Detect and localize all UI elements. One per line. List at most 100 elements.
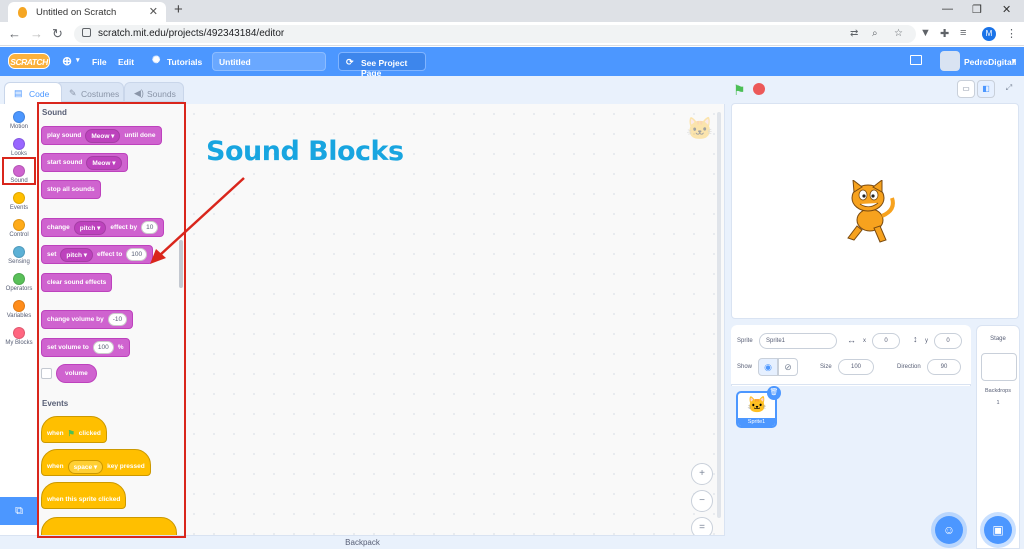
add-extension-icon: ⧉ — [15, 505, 23, 517]
tab-costumes[interactable]: ✎ Costumes — [54, 82, 124, 102]
username[interactable]: PedroDigitall — [964, 57, 1016, 67]
browser-profile-avatar[interactable]: M — [982, 27, 996, 41]
window-minimize-button[interactable]: — — [942, 3, 953, 15]
looks-dot-icon — [13, 138, 25, 150]
cat-add-icon: ☺ — [942, 523, 956, 537]
control-dot-icon — [13, 219, 25, 231]
brush-icon: ✎ — [69, 88, 77, 98]
workspace-sprite-thumbnail-icon: 🐱 — [686, 116, 714, 141]
code-blocks-icon: ▤ — [14, 88, 23, 98]
sound-category-highlight-box — [2, 157, 36, 185]
category-sensing[interactable]: Sensing — [0, 243, 38, 270]
user-avatar[interactable] — [940, 51, 960, 71]
project-title-input[interactable]: Untitled — [212, 52, 326, 71]
choose-backdrop-button[interactable]: ▣ — [984, 516, 1012, 544]
tab-close-icon[interactable]: ✕ — [149, 5, 158, 18]
tutorials-menu[interactable]: Tutorials — [167, 57, 202, 67]
workspace-scrollbar[interactable] — [717, 112, 721, 518]
category-events[interactable]: Events — [0, 189, 38, 216]
hide-eye-icon[interactable]: ⊘ — [778, 358, 798, 376]
y-position-input[interactable]: 0 — [934, 333, 962, 349]
backdrops-label: Backdrops — [985, 388, 1011, 394]
sprite-thumb-icon: 🐱 — [747, 397, 767, 414]
translate-icon[interactable]: ⇄ — [850, 28, 858, 39]
bookmark-star-icon[interactable]: ☆ — [894, 28, 903, 39]
tab-sounds[interactable]: ◀) Sounds — [124, 82, 184, 102]
category-variables[interactable]: Variables — [0, 297, 38, 324]
file-menu[interactable]: File — [92, 57, 107, 67]
y-arrows-icon: ↕ — [913, 334, 918, 344]
direction-input[interactable]: 90 — [927, 359, 961, 375]
account-chevron-icon[interactable]: ▾ — [1012, 57, 1016, 65]
forward-arrow-icon[interactable]: → — [30, 26, 43, 41]
direction-label: Direction — [897, 364, 921, 370]
scratch-logo[interactable]: SCRATCH — [8, 53, 50, 69]
language-chevron-icon[interactable]: ▾ — [76, 56, 80, 64]
new-tab-button[interactable]: + — [174, 1, 183, 18]
events-dot-icon — [13, 192, 25, 204]
stop-sign-icon[interactable] — [753, 83, 765, 95]
choose-sprite-button[interactable]: ☺ — [935, 516, 963, 544]
scratch-cat-sprite[interactable] — [840, 180, 900, 244]
tab-code[interactable]: ▤ Code — [4, 82, 62, 104]
x-arrows-icon: ↔ — [847, 335, 856, 345]
size-input[interactable]: 100 — [838, 359, 874, 375]
code-workspace[interactable] — [184, 104, 725, 535]
category-label: Control — [9, 232, 29, 238]
window-close-button[interactable]: ✕ — [1002, 3, 1011, 16]
url-omnibox[interactable]: scratch.mit.edu/projects/492343184/edito… — [74, 25, 916, 43]
edit-menu[interactable]: Edit — [118, 57, 134, 67]
x-position-input[interactable]: 0 — [872, 333, 900, 349]
category-motion[interactable]: Motion — [0, 108, 38, 135]
sensing-dot-icon — [13, 246, 25, 258]
backdrop-add-icon: ▣ — [992, 523, 1004, 537]
category-label: Operators — [5, 286, 33, 292]
operators-dot-icon — [13, 273, 25, 285]
url-text[interactable]: scratch.mit.edu/projects/492343184/edito… — [98, 28, 284, 39]
zoom-icon[interactable]: ⌕ — [872, 28, 878, 39]
scratch-favicon-icon — [18, 7, 27, 18]
sprite-name-input[interactable]: Sprite1 — [759, 333, 837, 349]
motion-dot-icon — [13, 111, 25, 123]
tutorials-bulb-icon: ✺ — [152, 55, 161, 66]
speaker-icon: ◀) — [134, 88, 144, 98]
normal-stage-button[interactable]: ◧ — [977, 80, 995, 98]
category-control[interactable]: Control — [0, 216, 38, 243]
x-label: x — [863, 338, 866, 344]
tab-sounds-label: Sounds — [147, 89, 176, 99]
browser-tab[interactable]: Untitled on Scratch ✕ — [8, 2, 166, 22]
sprite-info-panel: Sprite Sprite1 ↔ x 0 ↕ y 0 Show ◉ ⊘ Size… — [731, 325, 971, 385]
tab-code-label: Code — [29, 89, 50, 99]
extension-filter-icon[interactable]: ▼ — [920, 27, 931, 39]
stage-thumbnail[interactable] — [981, 353, 1017, 381]
browser-tab-title: Untitled on Scratch — [36, 7, 117, 18]
back-arrow-icon[interactable]: ← — [8, 26, 21, 41]
browser-menu-icon[interactable]: ⋮ — [1006, 27, 1017, 40]
window-maximize-button[interactable]: ❐ — [972, 3, 982, 16]
extensions-puzzle-icon[interactable]: ✚ — [940, 27, 949, 40]
my-stuff-folder-icon[interactable] — [910, 55, 922, 65]
reload-icon[interactable]: ↻ — [52, 26, 63, 42]
delete-trash-icon[interactable]: 🗑 — [767, 386, 781, 400]
small-stage-button[interactable]: ▭ — [957, 80, 975, 98]
globe-icon[interactable]: ⊕ — [62, 54, 72, 68]
category-operators[interactable]: Operators — [0, 270, 38, 297]
green-flag-icon[interactable]: ⚑ — [733, 82, 746, 99]
category-my-blocks[interactable]: My Blocks — [0, 324, 38, 351]
remix-arrows-icon: ⟳ — [346, 57, 354, 67]
zoom-in-button[interactable]: + — [691, 463, 713, 485]
category-label: Variables — [6, 313, 32, 319]
palette-highlight-box — [37, 102, 186, 538]
see-project-page-button[interactable]: ⟳ See Project Page — [338, 52, 426, 78]
category-label: Sensing — [8, 259, 30, 265]
show-visible-eye-icon[interactable]: ◉ — [758, 358, 778, 376]
tab-costumes-label: Costumes — [81, 89, 120, 99]
variables-dot-icon — [13, 300, 25, 312]
category-label: Motion — [9, 124, 28, 130]
fullscreen-icon[interactable]: ⤢ — [1000, 80, 1018, 98]
category-label: My Blocks — [5, 340, 33, 346]
lock-icon — [82, 28, 91, 37]
zoom-out-button[interactable]: − — [691, 490, 713, 512]
add-extension-button[interactable]: ⧉ — [0, 497, 38, 525]
reading-list-icon[interactable]: ≡ — [960, 27, 966, 39]
